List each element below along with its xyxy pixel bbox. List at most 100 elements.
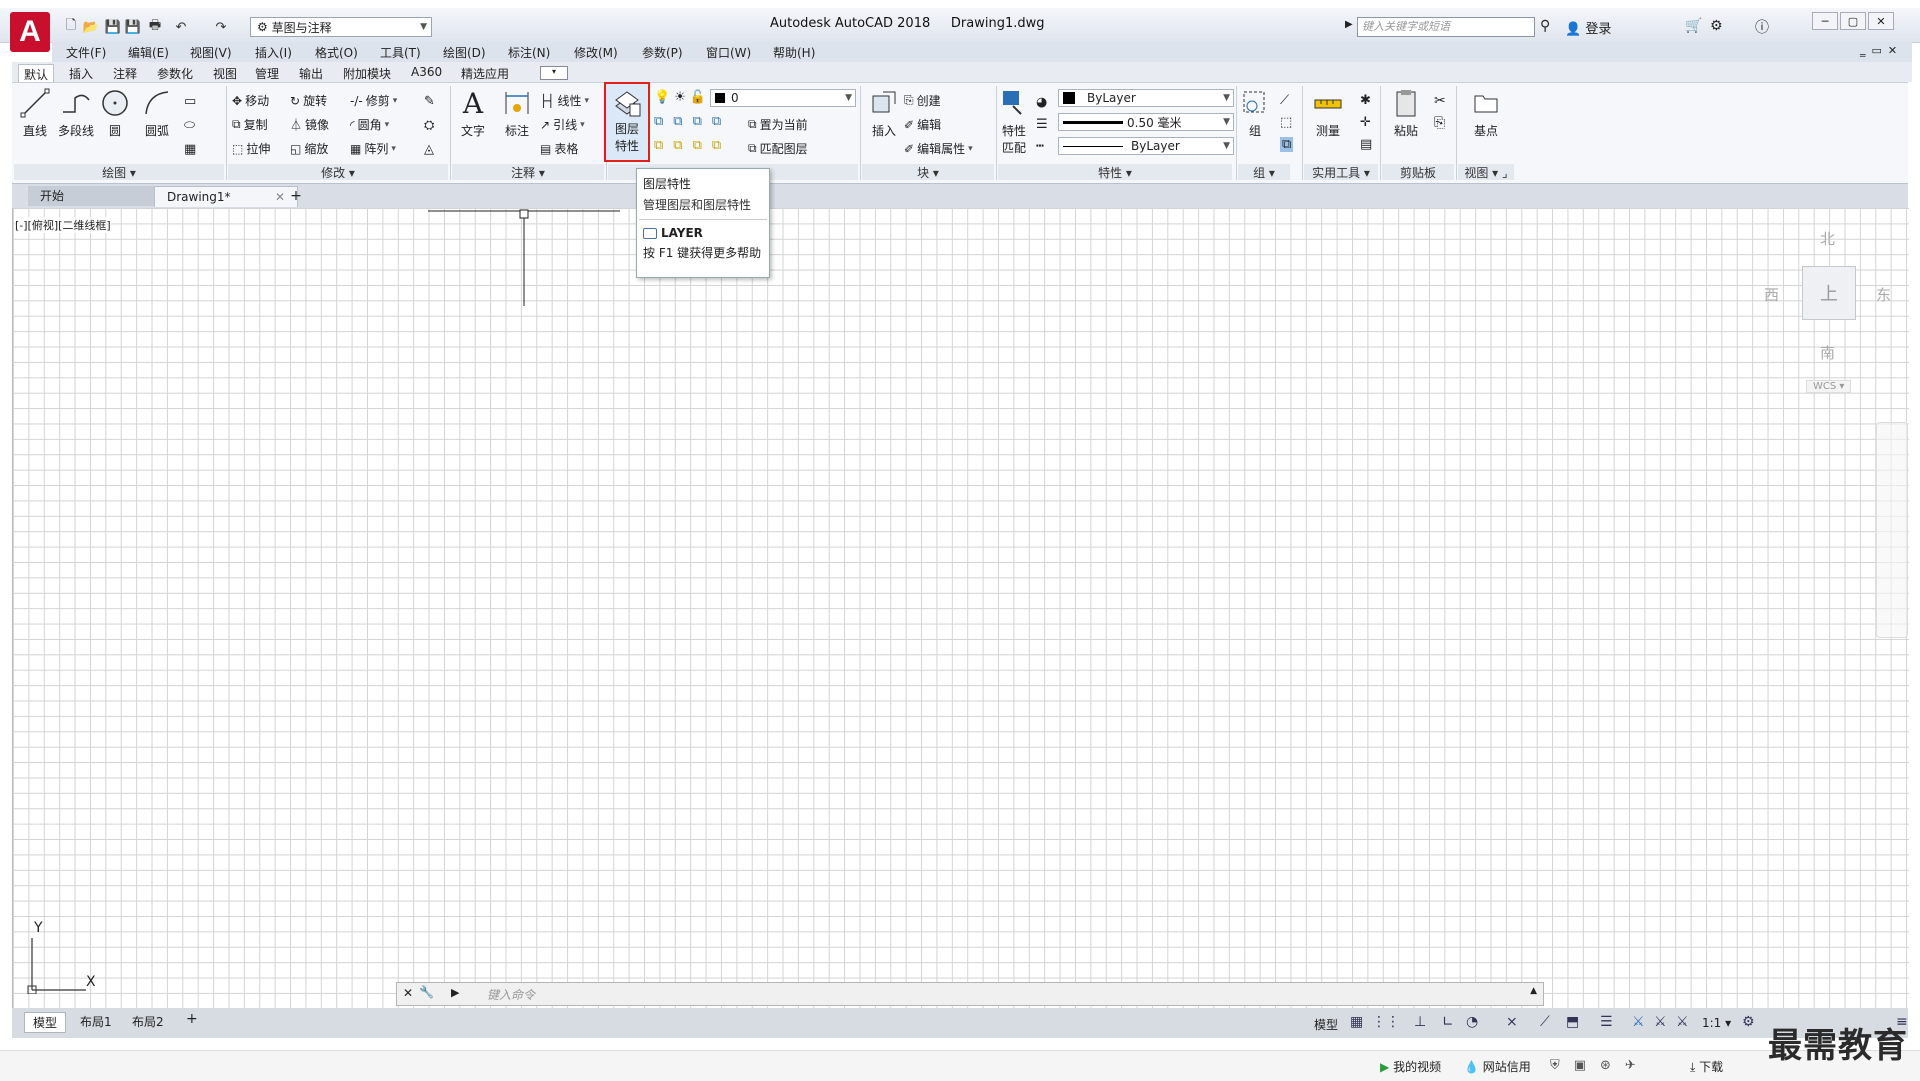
viewport-controls[interactable]: [-][俯视][二维线框] — [15, 217, 111, 233]
navigation-bar[interactable] — [1876, 422, 1908, 638]
command-line[interactable]: ✕ 🔧 ▶ 键入命令 ▲ — [396, 982, 1544, 1006]
undo-icon[interactable]: ↶ — [172, 18, 190, 36]
tab-featured-apps[interactable]: 精选应用 — [456, 64, 514, 83]
clipboard-extra-tools[interactable]: ✂ ⎘ — [1434, 90, 1446, 134]
edit-attributes[interactable]: ✐ 编辑属性 ▾ — [904, 140, 973, 157]
layer-properties-button[interactable]: 图层 特性 — [604, 82, 650, 162]
menu-draw[interactable]: 绘图(D) — [443, 44, 486, 61]
workspace-select[interactable]: ⚙ 草图与注释 ▼ — [250, 17, 432, 37]
annotation-scale[interactable]: 1:1 ▾ — [1702, 1016, 1731, 1030]
viewcube-west[interactable]: 西 — [1764, 284, 1779, 305]
layer-tool-icons-row2[interactable]: ⧉⧉⧉⧉ — [654, 138, 731, 153]
tab-a360[interactable]: A360 — [406, 64, 447, 80]
rotate-tool[interactable]: ↻ 旋转 — [290, 92, 327, 109]
snap-icon[interactable]: ⋮⋮ — [1372, 1014, 1400, 1030]
circle-tool[interactable]: 圆 — [98, 88, 132, 139]
color-dropdown[interactable]: ByLayer ▼ — [1058, 89, 1234, 107]
workspace-gear-icon[interactable]: ⚙ — [1742, 1014, 1755, 1030]
ribbon-toggle-button[interactable]: ▾ — [540, 66, 568, 80]
download-link[interactable]: ⤓ 下载 — [1690, 1058, 1723, 1075]
stretch-tool[interactable]: ⬚ 拉伸 — [232, 140, 270, 157]
wrench-icon[interactable]: 🔧 — [419, 985, 434, 999]
new-tab-button[interactable]: + — [288, 188, 304, 204]
save-as-icon[interactable]: 💾 — [124, 18, 142, 36]
osnap-icon[interactable]: ⨯ — [1506, 1014, 1518, 1030]
app-menu-button[interactable]: A — [10, 12, 50, 52]
lineweight-toggle-icon[interactable]: ⟋ — [1540, 1014, 1550, 1030]
draw-panel-label[interactable]: 绘图 ▾ — [14, 164, 224, 180]
site-credit-link[interactable]: 💧 网站信用 — [1464, 1058, 1531, 1075]
menu-modify[interactable]: 修改(M) — [574, 44, 618, 61]
base-view-tool[interactable]: 基点 — [1466, 88, 1506, 139]
ortho-icon[interactable]: ∟ — [1442, 1014, 1454, 1030]
viewcube-east[interactable]: 东 — [1876, 284, 1891, 305]
doc-tab-start[interactable]: 开始 — [28, 186, 170, 206]
my-video-link[interactable]: ▶ 我的视频 — [1380, 1058, 1441, 1075]
user-login[interactable]: 👤 登录 — [1565, 18, 1611, 37]
help-icon[interactable]: ⓘ — [1755, 17, 1769, 37]
group-tool[interactable]: 组 — [1240, 88, 1270, 139]
tab-output[interactable]: 输出 — [294, 64, 328, 83]
view-panel-label[interactable]: 视图 ▾ ⌟ — [1458, 164, 1514, 180]
viewcube-south[interactable]: 南 — [1820, 342, 1835, 363]
tab-manage[interactable]: 管理 — [250, 64, 284, 83]
properties-panel-label[interactable]: 特性 ▾ — [998, 164, 1232, 180]
menu-edit[interactable]: 编辑(E) — [128, 44, 169, 61]
tab-model[interactable]: 模型 — [24, 1012, 67, 1033]
tab-parametric[interactable]: 参数化 — [152, 64, 198, 83]
search-input[interactable]: 键入关键字或短语 — [1357, 17, 1535, 37]
a360-icon[interactable]: ⚙ — [1710, 18, 1723, 34]
fillet-tool[interactable]: ◜ 圆角 ▾ — [350, 116, 389, 133]
binoculars-icon[interactable]: ⚲ — [1540, 18, 1550, 34]
tab-view[interactable]: 视图 — [208, 64, 242, 83]
print-icon[interactable]: 🖶 — [146, 18, 164, 36]
draw-extra-tools[interactable]: ▭ ⬭ ▦ — [184, 90, 196, 162]
layer-dropdown[interactable]: 0 ▼ — [710, 89, 856, 107]
layer-state-icons[interactable]: 💡☀🔓 — [654, 90, 710, 105]
wcs-menu[interactable]: WCS ▾ — [1806, 380, 1852, 393]
linear-dim-tool[interactable]: ├┤ 线性 ▾ — [540, 92, 589, 109]
cart-icon[interactable]: 🛒 — [1685, 18, 1702, 34]
table-tool[interactable]: ▤ 表格 — [540, 140, 578, 157]
block-panel-label[interactable]: 块 ▾ — [862, 164, 994, 180]
clipboard-panel-label[interactable]: 剪贴板 — [1382, 164, 1454, 180]
edit-block[interactable]: ✐ 编辑 — [904, 116, 941, 133]
insert-block-tool[interactable]: 插入 — [864, 88, 904, 139]
menu-window[interactable]: 窗口(W) — [706, 44, 751, 61]
menu-view[interactable]: 视图(V) — [190, 44, 232, 61]
tab-layout2[interactable]: 布局2 — [124, 1012, 172, 1031]
modify-extra-tools[interactable]: ✎ ⛭ ◬ — [424, 90, 435, 162]
match-layer[interactable]: ⧉ 匹配图层 — [748, 140, 808, 157]
model-space-toggle[interactable]: 模型 — [1314, 1016, 1338, 1033]
close-command-icon[interactable]: ✕ — [403, 986, 413, 1000]
tab-home[interactable]: 默认 — [18, 64, 55, 84]
polar-icon[interactable]: ◔ — [1466, 1014, 1478, 1030]
drawn-geometry[interactable] — [428, 208, 628, 308]
scale-tool[interactable]: ◱ 缩放 — [290, 140, 328, 157]
tab-annotate[interactable]: 注释 — [108, 64, 142, 83]
redo-icon[interactable]: ↷ — [212, 18, 230, 36]
menu-dimension[interactable]: 标注(N) — [508, 44, 550, 61]
expand-icon[interactable]: ▶ — [1345, 19, 1353, 30]
layer-tool-icons-row1[interactable]: ⧉⧉⧉⧉ — [654, 114, 731, 129]
create-block[interactable]: ⎘ 创建 — [904, 92, 941, 109]
grid-icon[interactable]: ▦ — [1350, 1014, 1363, 1030]
auto-scale-icon[interactable]: ⚔ — [1654, 1014, 1667, 1030]
set-current-layer[interactable]: ⧉ 置为当前 — [748, 116, 808, 133]
linetype-dropdown[interactable]: ByLayer ▼ — [1058, 137, 1234, 155]
match-properties-tool[interactable]: 特性 匹配 — [996, 88, 1032, 156]
utilities-panel-label[interactable]: 实用工具 ▾ — [1304, 164, 1378, 180]
arc-tool[interactable]: 圆弧 — [140, 88, 174, 139]
menu-format[interactable]: 格式(O) — [315, 44, 358, 61]
viewcube-north[interactable]: 北 — [1820, 228, 1835, 249]
chevron-up-icon[interactable]: ▲ — [1530, 986, 1537, 996]
dynamic-input-icon[interactable]: ⊥ — [1414, 1014, 1426, 1030]
annotation-panel-label[interactable]: 注释 ▾ — [452, 164, 604, 180]
modify-panel-label[interactable]: 修改 ▾ — [228, 164, 448, 180]
maximize-button[interactable]: ▢ — [1840, 12, 1866, 30]
browser-tray-icons[interactable]: ⛨▣⊛✈ — [1550, 1058, 1650, 1073]
close-tab-icon[interactable]: ✕ — [275, 187, 285, 207]
mirror-tool[interactable]: ⏃ 镜像 — [290, 116, 329, 133]
copy-tool[interactable]: ⧉ 复制 — [232, 116, 268, 133]
utility-extra-tools[interactable]: ✱ ✛ ▤ — [1360, 90, 1372, 156]
